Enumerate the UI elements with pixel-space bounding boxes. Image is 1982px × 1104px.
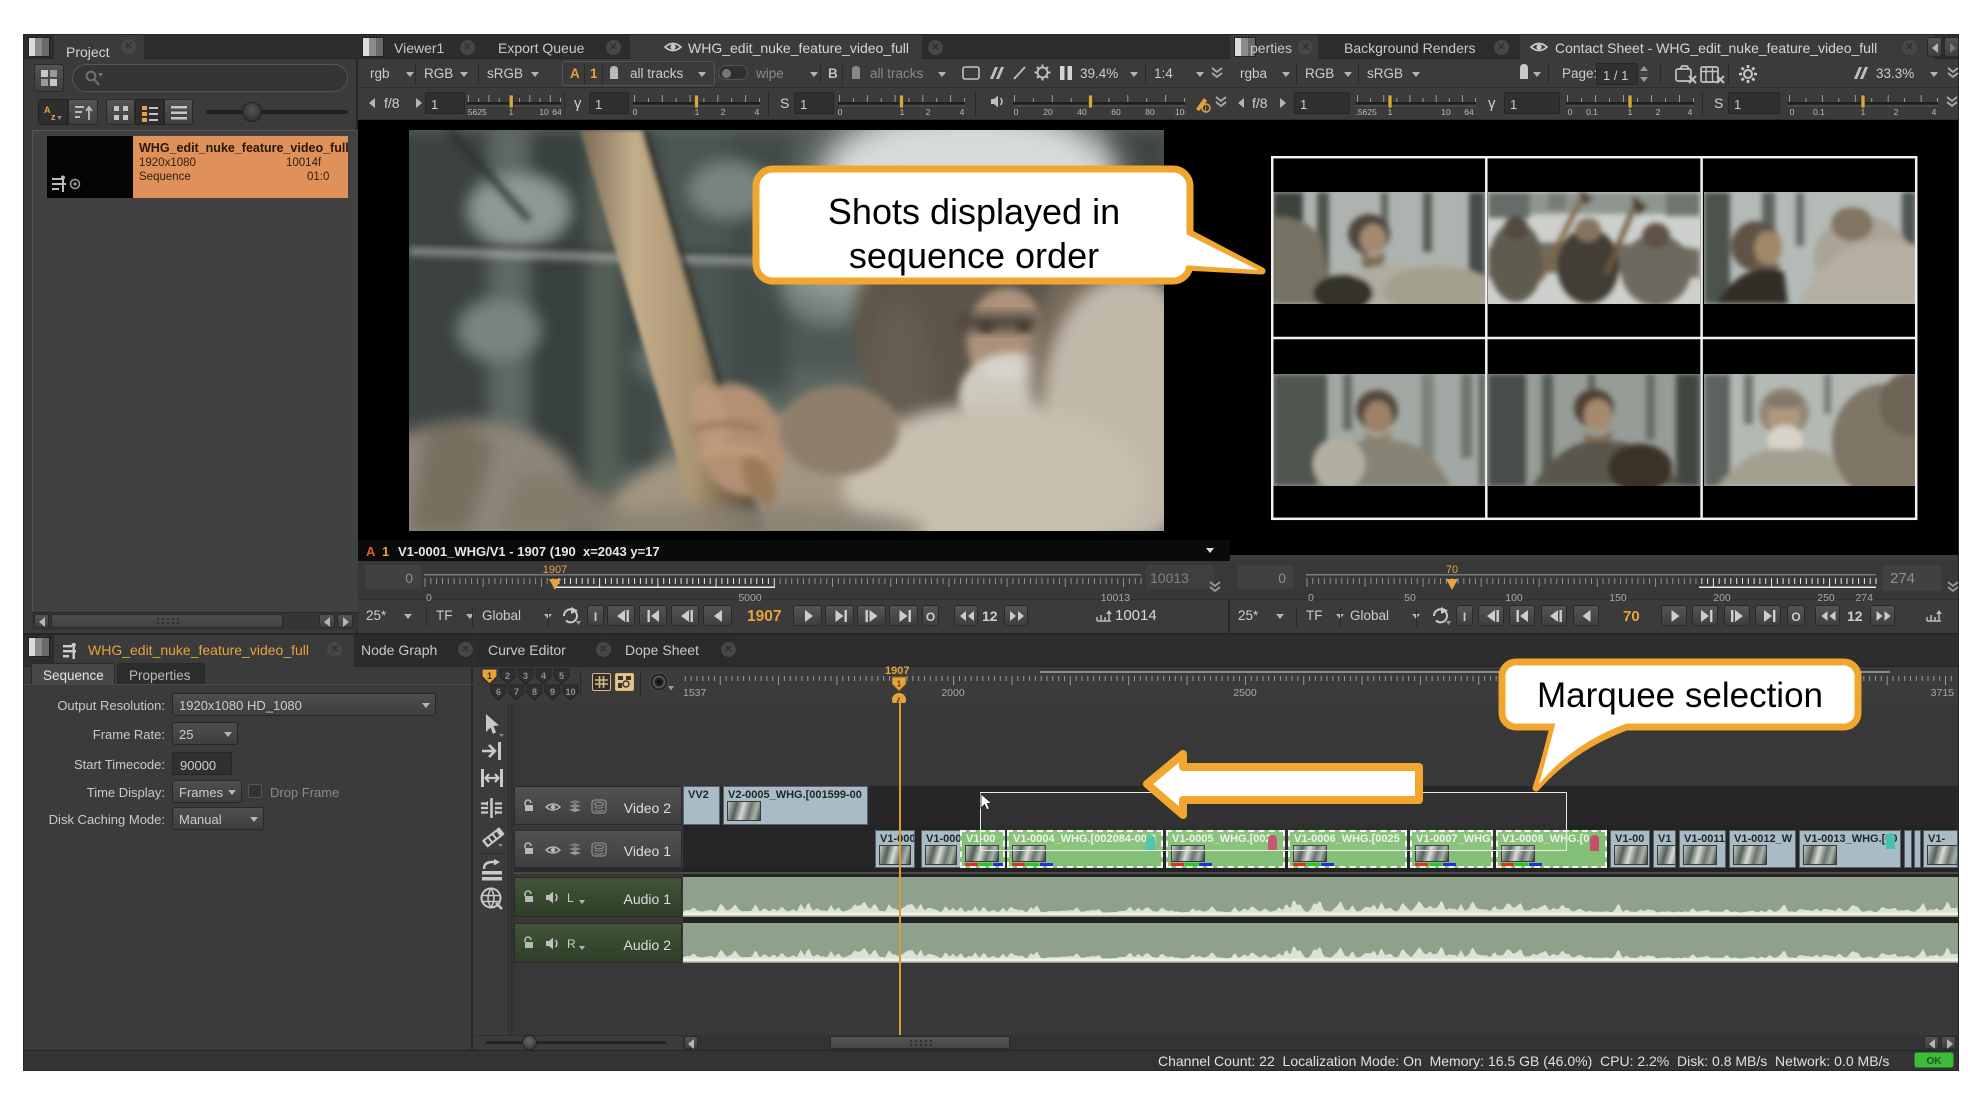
svg-text:50: 50 [1404,592,1416,604]
svg-text:2: 2 [1656,107,1661,117]
svg-text:6: 6 [496,687,501,697]
svg-text:4: 4 [541,671,546,681]
svg-text:0.015625: 0.015625 [1356,107,1377,117]
svg-text:2500: 2500 [1233,687,1257,699]
svg-text:4: 4 [960,107,965,117]
svg-text:64: 64 [552,107,561,117]
svg-text:100: 100 [1175,107,1185,117]
svg-text:1: 1 [1628,107,1633,117]
svg-text:5000: 5000 [738,592,762,604]
svg-text:40: 40 [1077,107,1087,117]
svg-text:64: 64 [1464,107,1474,117]
svg-text:A: A [44,105,51,115]
svg-text:250: 250 [1817,592,1835,604]
svg-text:4: 4 [1932,107,1937,117]
svg-text:0: 0 [1568,107,1573,117]
svg-text:2: 2 [1894,107,1899,117]
svg-text:10: 10 [565,687,575,697]
svg-text:4: 4 [1688,107,1693,117]
svg-text:1: 1 [1861,107,1866,117]
svg-text:1907: 1907 [543,564,567,576]
svg-text:0: 0 [426,592,432,604]
svg-text:70: 70 [1446,564,1458,576]
svg-text:9: 9 [550,687,555,697]
svg-text:z: z [51,112,56,122]
svg-text:20: 20 [1043,107,1053,117]
svg-text:0.1: 0.1 [1586,107,1598,117]
svg-text:Marquee selection: Marquee selection [1537,676,1823,715]
svg-text:4: 4 [755,107,760,117]
svg-text:1: 1 [897,680,902,689]
svg-text:1: 1 [487,671,492,681]
svg-text:8: 8 [532,687,537,697]
svg-text:200: 200 [1713,592,1731,604]
svg-text:10: 10 [1441,107,1451,117]
svg-text:60: 60 [1111,107,1121,117]
svg-text:10013: 10013 [1101,592,1130,604]
svg-text:1: 1 [509,107,514,117]
svg-text:0.015625: 0.015625 [467,107,487,117]
svg-text:2: 2 [721,107,726,117]
svg-text:7: 7 [514,687,519,697]
svg-text:sequence order: sequence order [849,235,1099,276]
svg-text:0: 0 [1014,107,1019,117]
svg-text:i: i [1205,104,1207,113]
svg-text:150: 150 [1609,592,1627,604]
svg-text:0: 0 [1790,107,1795,117]
svg-text:Shots displayed in: Shots displayed in [828,191,1120,232]
svg-text:10: 10 [539,107,549,117]
svg-text:2: 2 [926,107,931,117]
svg-text:0: 0 [1308,592,1314,604]
svg-text:0: 0 [838,107,843,117]
svg-text:80: 80 [1145,107,1155,117]
svg-text:0.1: 0.1 [1813,107,1825,117]
svg-text:100: 100 [1505,592,1523,604]
svg-text:274: 274 [1855,592,1873,604]
svg-text:1: 1 [695,107,700,117]
svg-text:1: 1 [1388,107,1393,117]
svg-text:1537: 1537 [683,687,707,699]
svg-text:0: 0 [633,107,638,117]
svg-text:5: 5 [559,671,564,681]
svg-text:2000: 2000 [941,687,965,699]
svg-text:2: 2 [505,671,510,681]
svg-text:1: 1 [900,107,905,117]
svg-text:3: 3 [523,671,528,681]
